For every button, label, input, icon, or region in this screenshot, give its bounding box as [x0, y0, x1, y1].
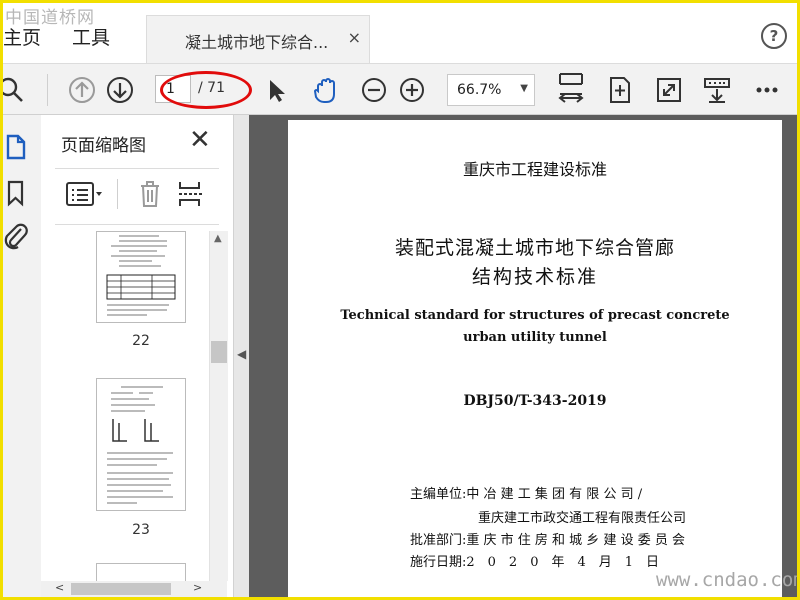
document-tab-title: 凝土城市地下综合... — [185, 33, 329, 52]
fullscreen-icon[interactable] — [655, 76, 683, 104]
toolbar-separator — [47, 74, 48, 106]
scroll-up-icon[interactable]: ▲ — [214, 233, 222, 244]
page-thumbnail-preview — [107, 386, 173, 504]
help-icon[interactable]: ? — [761, 23, 787, 49]
divider — [55, 168, 219, 169]
approver-line: 批准部门:重 庆 市 住 房 和 城 乡 建 设 委 员 会 — [410, 533, 685, 548]
scrollbar-thumb[interactable] — [211, 341, 227, 363]
watermark-bottom: www.cndao.com — [656, 569, 797, 591]
thumbnail-page-number: 22 — [132, 333, 150, 349]
document-page: 重庆市工程建设标准 装配式混凝土城市地下综合管廊 结构技术标准 Technica… — [288, 120, 782, 597]
scrollbar-thumb[interactable] — [71, 583, 171, 595]
tab-bar: 中国道桥网 主页 工具 凝土城市地下综合... × ? — [3, 3, 797, 63]
title-en-line1: Technical standard for structures of pre… — [340, 308, 730, 323]
fit-page-icon[interactable] — [606, 76, 634, 104]
more-icon[interactable] — [753, 76, 781, 104]
read-mode-icon[interactable] — [703, 76, 731, 104]
panel-splitter[interactable]: ◀ — [233, 115, 250, 597]
collapse-panel-icon[interactable]: ◀ — [237, 347, 246, 361]
zoom-value: 66.7% — [457, 82, 502, 98]
page-up-icon[interactable] — [68, 76, 96, 104]
thumbnail-options-icon[interactable] — [65, 179, 105, 209]
co-editor-line: 重庆建工市政交通工程有限责任公司 — [478, 511, 687, 526]
title-cn-line2: 结构技术标准 — [471, 266, 598, 288]
insert-page-icon[interactable] — [177, 179, 205, 209]
panel-title: 页面缩略图 — [61, 136, 146, 156]
hand-tool-icon[interactable] — [312, 76, 340, 104]
thumbnail-page-number: 23 — [132, 522, 150, 538]
select-tool-icon[interactable] — [262, 76, 290, 104]
tab-document[interactable]: 凝土城市地下综合... × — [146, 15, 370, 63]
tab-home[interactable]: 主页 — [3, 23, 41, 50]
document-viewport[interactable]: 重庆市工程建设标准 装配式混凝土城市地下综合管廊 结构技术标准 Technica… — [249, 115, 797, 597]
close-icon[interactable]: ✕ — [189, 125, 211, 155]
page-thumbnail[interactable] — [96, 378, 186, 511]
page-thumbnails-icon[interactable] — [5, 133, 27, 161]
divider — [117, 179, 118, 209]
divider — [55, 224, 219, 225]
thumbnail-scrollbar[interactable]: ▲ — [209, 231, 228, 581]
tab-tools[interactable]: 工具 — [72, 23, 110, 50]
page-thumbnail-preview — [106, 235, 176, 316]
page-thumbnail[interactable] — [96, 231, 186, 323]
title-cn-line1: 装配式混凝土城市地下综合管廊 — [394, 237, 675, 259]
app-window: 中国道桥网 主页 工具 凝土城市地下综合... × ? 1 / 71 66.7%… — [3, 3, 797, 597]
thumbnail-panel: 页面缩略图 ✕ 22 23 ▲ < > — [41, 115, 233, 597]
page-down-icon[interactable] — [106, 76, 134, 104]
zoom-select[interactable]: 66.7% ▼ — [447, 74, 535, 106]
chevron-down-icon: ▼ — [520, 83, 528, 94]
trash-icon[interactable] — [137, 179, 163, 209]
scroll-left-icon[interactable]: < — [55, 581, 64, 594]
red-highlight-ellipse — [160, 71, 252, 109]
title-en-line2: urban utility tunnel — [463, 330, 607, 345]
close-icon[interactable]: × — [348, 28, 361, 47]
bookmark-icon[interactable] — [5, 179, 27, 207]
horizontal-scrollbar[interactable]: < > — [41, 581, 227, 597]
effective-date-line: 施行日期:2 0 2 0 年 4 月 1 日 — [410, 555, 660, 570]
zoom-in-icon[interactable] — [398, 76, 426, 104]
search-icon[interactable] — [3, 76, 25, 104]
zoom-out-icon[interactable] — [360, 76, 388, 104]
standard-header: 重庆市工程建设标准 — [462, 160, 607, 179]
left-rail — [3, 115, 42, 597]
scroll-right-icon[interactable]: > — [193, 581, 202, 594]
fit-width-icon[interactable] — [556, 72, 586, 106]
attachment-icon[interactable] — [3, 221, 29, 251]
standard-code: DBJ50/T-343-2019 — [463, 393, 607, 409]
page-thumbnail[interactable] — [96, 563, 186, 581]
chief-editor-line: 主编单位:中 冶 建 工 集 团 有 限 公 司 / — [410, 487, 643, 502]
thumbnail-list: 22 23 — [41, 231, 209, 581]
toolbar: 1 / 71 66.7% ▼ — [3, 63, 797, 115]
